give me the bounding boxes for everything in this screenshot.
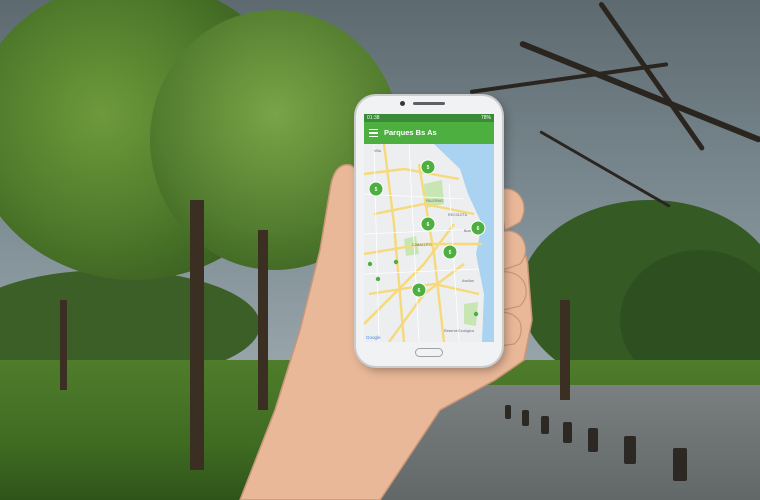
cluster-marker[interactable]: 5 bbox=[442, 244, 458, 260]
app-bar: Parques Bs As bbox=[364, 122, 494, 144]
phone-screen: 01:38 78% Parques Bs As Villa PALERMO RE… bbox=[364, 114, 494, 342]
status-time: 01:38 bbox=[367, 115, 380, 121]
svg-text:5: 5 bbox=[449, 250, 452, 256]
svg-text:6: 6 bbox=[427, 222, 430, 228]
cluster-marker[interactable]: 6 bbox=[470, 220, 486, 236]
smartphone: 01:38 78% Parques Bs As Villa PALERMO RE… bbox=[356, 96, 502, 366]
earpiece-speaker bbox=[413, 102, 445, 105]
park-photo-scene: 01:38 78% Parques Bs As Villa PALERMO RE… bbox=[0, 0, 760, 500]
front-camera bbox=[400, 101, 405, 106]
cluster-marker[interactable]: 6 bbox=[420, 216, 436, 232]
hamburger-menu-icon[interactable] bbox=[369, 129, 378, 138]
park-marker[interactable] bbox=[375, 276, 381, 282]
park-marker[interactable] bbox=[473, 311, 479, 317]
cluster-marker[interactable]: 6 bbox=[411, 282, 427, 298]
map-label: CABALLITO bbox=[412, 243, 432, 247]
map-label: Villa bbox=[374, 149, 381, 153]
park-marker[interactable] bbox=[367, 261, 373, 267]
cluster-marker[interactable]: 5 bbox=[368, 181, 384, 197]
map-label: Reserva Ecológica bbox=[444, 329, 474, 333]
app-title: Parques Bs As bbox=[384, 128, 437, 137]
map-label: PALERMO bbox=[426, 199, 444, 203]
svg-text:6: 6 bbox=[418, 288, 421, 294]
map-label: RECOLETA bbox=[448, 213, 468, 217]
map-view[interactable]: Villa PALERMO RECOLETA Bueno CABALLITO A… bbox=[364, 144, 494, 342]
svg-text:6: 6 bbox=[477, 226, 480, 232]
svg-text:5: 5 bbox=[375, 187, 378, 193]
park-marker[interactable] bbox=[393, 259, 399, 265]
cluster-marker[interactable]: 5 bbox=[420, 159, 436, 175]
svg-text:5: 5 bbox=[427, 165, 430, 171]
map-label: Avellan bbox=[462, 279, 474, 283]
google-logo: Google bbox=[366, 335, 381, 340]
battery-level: 78% bbox=[480, 115, 491, 121]
home-button[interactable] bbox=[415, 348, 443, 357]
status-bar: 01:38 78% bbox=[364, 114, 494, 122]
